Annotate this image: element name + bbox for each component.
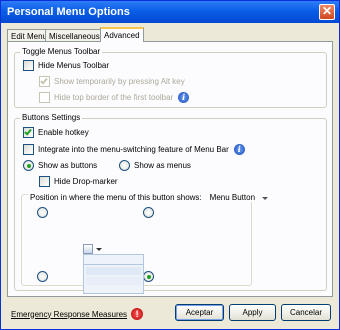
preview-menu-separator [84, 264, 143, 265]
preview-menu [83, 254, 144, 294]
show-as-menus-label: Show as menus [134, 161, 191, 170]
enable-hotkey-row[interactable]: Enable hotkey [23, 127, 89, 138]
options-window: Personal Menu Options ✕ Edit Menus Misce… [0, 0, 340, 330]
ok-button[interactable]: Aceptar [175, 304, 224, 321]
emergency-link[interactable]: Emergency Response Measures ! [11, 308, 144, 320]
cancel-button[interactable]: Cancelar [281, 304, 331, 321]
integrate-label: Integrate into the menu-switching featur… [38, 145, 229, 154]
chevron-down-icon [262, 197, 269, 200]
advanced-panel: Toggle Menus Toolbar Hide Menus Toolbar … [7, 41, 333, 297]
position-group: Position in where the menu of this butto… [21, 193, 271, 294]
preview-menu-item [86, 267, 141, 275]
position-top-left-radio[interactable] [37, 207, 48, 218]
position-top-right-radio[interactable] [143, 207, 154, 218]
title-bar[interactable]: Personal Menu Options ✕ [1, 1, 339, 23]
show-as-menus-radio[interactable] [119, 160, 130, 171]
close-icon: ✕ [321, 4, 333, 18]
warning-icon: ! [131, 308, 144, 320]
apply-button[interactable]: Apply [229, 304, 276, 321]
hide-dropmarker-checkbox[interactable] [39, 176, 50, 187]
hide-top-border-label: Hide top border of the first toolbar [54, 93, 174, 102]
hide-dropmarker-label: Hide Drop-marker [54, 177, 118, 186]
buttons-settings-title: Buttons Settings [20, 113, 83, 122]
integrate-checkbox[interactable] [23, 144, 34, 155]
show-as-buttons-label: Show as buttons [38, 161, 98, 170]
show-as-menus-row[interactable]: Show as menus [119, 160, 191, 171]
preview-dropmarker-icon [96, 248, 102, 251]
emergency-label[interactable]: Emergency Response Measures [11, 310, 127, 319]
show-temporarily-row: Show temporarily by pressing Alt key [39, 76, 185, 87]
tab-advanced[interactable]: Advanced [100, 27, 144, 42]
window-title: Personal Menu Options [7, 6, 130, 18]
hide-top-border-checkbox [39, 92, 50, 103]
show-as-buttons-radio[interactable] [23, 160, 34, 171]
preview-menu-item [86, 277, 141, 285]
position-label: Position in where the menu of this butto… [30, 193, 202, 202]
position-bottom-right-radio[interactable] [143, 271, 154, 282]
close-button[interactable]: ✕ [319, 4, 335, 20]
buttons-settings-group: Buttons Settings Enable hotkey Integrate… [14, 113, 327, 294]
info-icon[interactable]: i [233, 144, 245, 155]
hide-toolbar-row[interactable]: Hide Menus Toolbar [23, 60, 109, 71]
integrate-row[interactable]: Integrate into the menu-switching featur… [23, 144, 245, 155]
show-temporarily-label: Show temporarily by pressing Alt key [54, 77, 185, 86]
hide-top-border-row: Hide top border of the first toolbar i [39, 92, 190, 103]
hide-dropmarker-row[interactable]: Hide Drop-marker [39, 176, 118, 187]
enable-hotkey-label: Enable hotkey [38, 128, 89, 137]
show-temporarily-checkbox [39, 76, 50, 87]
show-as-buttons-row[interactable]: Show as buttons [23, 160, 97, 171]
enable-hotkey-checkbox[interactable] [23, 127, 34, 138]
toggle-toolbar-title: Toggle Menus Toolbar [20, 47, 103, 56]
info-icon[interactable]: i [178, 92, 190, 103]
position-header: Position in where the menu of this butto… [28, 193, 271, 202]
preview-button-icon [83, 244, 93, 254]
hide-toolbar-label: Hide Menus Toolbar [38, 61, 110, 70]
position-dropdown[interactable]: Menu Button [210, 193, 269, 202]
position-bottom-left-radio[interactable] [37, 271, 48, 282]
hide-toolbar-checkbox[interactable] [23, 60, 34, 71]
position-dropdown-value: Menu Button [209, 193, 256, 202]
toggle-toolbar-group: Toggle Menus Toolbar Hide Menus Toolbar … [14, 47, 327, 108]
